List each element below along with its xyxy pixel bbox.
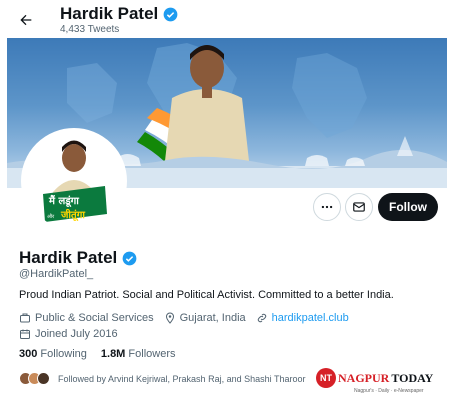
profile-avatar[interactable]: मैं लडूंगा और जीतूंगा — [21, 128, 127, 234]
nagpur-today-watermark: NT NAGPUR TODAY Nagpur's · Daily · e-New… — [316, 368, 434, 394]
profile-meta-row: Public & Social Services Gujarat, India … — [19, 312, 349, 324]
verified-badge-icon — [122, 251, 137, 265]
top-bar: Hardik Patel 4,433 Tweets — [0, 0, 460, 38]
category-text: Public & Social Services — [35, 312, 154, 324]
location-text: Gujarat, India — [179, 312, 246, 324]
website-item[interactable]: hardikpatel.club — [256, 312, 349, 324]
location-item: Gujarat, India — [164, 312, 246, 324]
watermark-tagline: Nagpur's · Daily · e-Newspaper — [354, 388, 424, 394]
briefcase-icon — [20, 313, 30, 323]
followers-count: 1.8M — [100, 348, 126, 360]
top-profile-name: Hardik Patel — [60, 4, 159, 23]
verified-badge-icon — [163, 7, 178, 21]
message-button[interactable] — [345, 193, 373, 221]
location-pin-icon — [165, 312, 174, 324]
link-icon — [257, 313, 266, 323]
followers-label: Followers — [128, 348, 176, 360]
following-stat[interactable]: 300 Following — [19, 348, 87, 360]
avatar-image: मैं लडूंगा और जीतूंगा — [25, 132, 123, 230]
following-count: 300 — [19, 348, 38, 360]
profile-name-row: Hardik Patel — [19, 248, 137, 268]
envelope-icon — [353, 202, 365, 212]
tweet-count: 4,433 Tweets — [60, 24, 120, 35]
top-name-row: Hardik Patel — [60, 4, 178, 24]
more-options-button[interactable] — [313, 193, 341, 221]
following-label: Following — [40, 348, 87, 360]
avatar-slogan-line2: जीतूंगा — [60, 208, 85, 222]
profile-handle: @HardikPatel_ — [19, 268, 94, 280]
follower-avatars — [19, 372, 50, 385]
calendar-icon — [20, 329, 30, 339]
followers-stat[interactable]: 1.8M Followers — [101, 348, 176, 360]
followed-by-text: Followed by Arvind Kejriwal, Prakash Raj… — [58, 373, 306, 384]
website-link[interactable]: hardikpatel.club — [272, 312, 349, 324]
nt-logo-icon: NT — [316, 368, 336, 388]
profile-bio: Proud Indian Patriot. Social and Politic… — [19, 289, 394, 301]
follow-stats: 300 Following 1.8M Followers — [19, 348, 176, 360]
avatar-slogan-line1: मैं लडूंगा — [48, 194, 79, 208]
joined-row: Joined July 2016 — [19, 328, 118, 340]
follower-avatar — [37, 372, 50, 385]
more-horizontal-icon — [321, 205, 333, 209]
profile-name: Hardik Patel — [19, 248, 118, 267]
watermark-brand-1: NAGPUR — [338, 370, 390, 385]
follow-button[interactable]: Follow — [378, 193, 438, 221]
avatar-slogan-connector: और — [47, 213, 55, 220]
joined-text: Joined July 2016 — [35, 328, 118, 340]
back-button[interactable] — [12, 8, 40, 32]
arrow-left-icon — [20, 14, 32, 26]
watermark-brand-2: TODAY — [391, 370, 434, 385]
category-item: Public & Social Services — [19, 312, 154, 324]
followed-by-row[interactable]: Followed by Arvind Kejriwal, Prakash Raj… — [19, 372, 305, 385]
